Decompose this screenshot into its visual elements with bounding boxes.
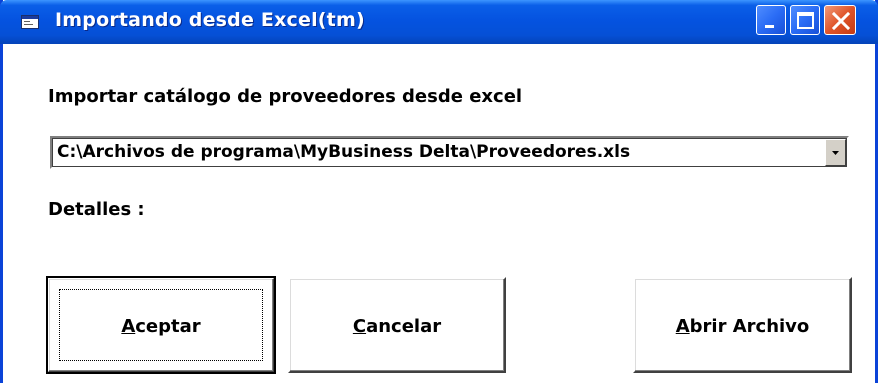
import-dialog-window: Importando desde Excel(tm) Importar catá… (0, 0, 878, 383)
app-window-icon[interactable] (21, 15, 39, 29)
dropdown-button[interactable] (825, 139, 846, 166)
accept-button-label: Aceptar (121, 316, 201, 337)
cancel-button[interactable]: Cancelar (288, 277, 506, 373)
maximize-button[interactable] (790, 5, 820, 35)
minimize-icon (765, 25, 774, 28)
maximize-icon (797, 12, 814, 29)
minimize-button[interactable] (756, 5, 786, 35)
close-button[interactable] (824, 5, 856, 35)
open-file-button-label: Abrir Archivo (675, 316, 810, 337)
file-path-value[interactable]: C:\Archivos de programa\MyBusiness Delta… (57, 142, 630, 162)
cancel-button-label: Cancelar (352, 316, 442, 337)
chevron-down-icon (832, 151, 839, 155)
open-file-button[interactable]: Abrir Archivo (633, 277, 852, 373)
close-icon (831, 11, 851, 31)
window-title: Importando desde Excel(tm) (55, 9, 365, 31)
details-label: Detalles : (48, 199, 145, 220)
import-heading: Importar catálogo de proveedores desde e… (48, 86, 523, 107)
title-bar[interactable]: Importando desde Excel(tm) (0, 0, 878, 44)
accept-button[interactable]: Aceptar (46, 276, 276, 374)
file-path-combobox[interactable]: C:\Archivos de programa\MyBusiness Delta… (50, 136, 849, 169)
